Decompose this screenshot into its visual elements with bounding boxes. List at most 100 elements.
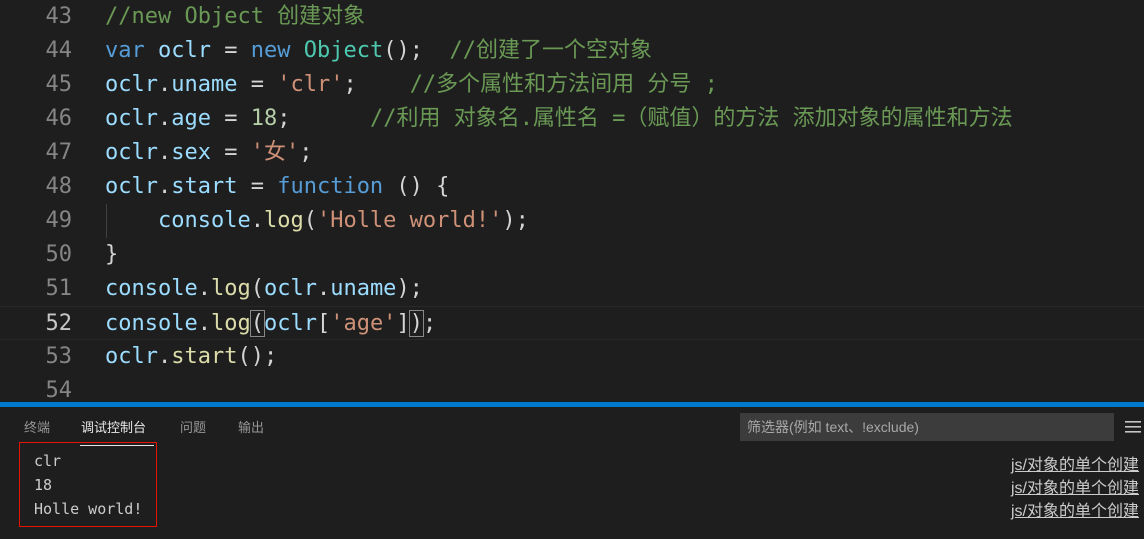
code-token: start	[171, 174, 238, 199]
line-number: 52	[45, 311, 73, 336]
code-token: oclr	[263, 311, 317, 336]
code-token: 'Holle world!'	[316, 208, 503, 233]
code-token: )	[408, 310, 424, 337]
line-number: 48	[45, 174, 73, 199]
code-token: ();	[383, 38, 450, 63]
code-token: console	[157, 208, 251, 233]
code-token: oclr	[263, 276, 317, 301]
line-number: 51	[45, 276, 73, 301]
line-number: 46	[45, 106, 73, 131]
bottom-panel: 终端 调试控制台 问题 输出 筛选器(例如 text、!exclude) clr…	[0, 407, 1144, 539]
code-line[interactable]: 48 oclr.start = function () {	[0, 170, 1144, 204]
code-token: console	[105, 311, 198, 336]
code-token: ;	[277, 106, 370, 131]
code-token: );	[396, 276, 423, 301]
code-token: .	[197, 276, 211, 301]
code-text[interactable]: oclr.uname = 'clr'; //多个属性和方法间用 分号 ;	[105, 68, 718, 102]
code-token: var	[105, 38, 145, 63]
code-token: //多个属性和方法间用 分号 ;	[409, 72, 718, 97]
code-line[interactable]: 44 var oclr = new Object(); //创建了一个空对象	[0, 34, 1144, 68]
code-token: =	[237, 72, 278, 97]
code-token: oclr	[105, 174, 158, 199]
code-line[interactable]: 50}	[0, 238, 1144, 272]
code-token: () {	[383, 174, 450, 199]
code-text[interactable]: oclr.start();	[105, 340, 277, 374]
filter-list-icon[interactable]	[1124, 419, 1142, 435]
line-number: 54	[45, 378, 73, 402]
code-token: Object	[303, 38, 384, 63]
code-text[interactable]: var oclr = new Object(); //创建了一个空对象	[105, 34, 652, 68]
code-line[interactable]: 52 console.log(oclr['age']);	[0, 306, 1144, 340]
line-number: 49	[45, 208, 73, 233]
console-source-link[interactable]: js/对象的单个创建	[1011, 451, 1139, 475]
code-token: uname	[171, 72, 238, 97]
console-source-link[interactable]: js/对象的单个创建	[1011, 497, 1139, 521]
code-text[interactable]: }	[105, 238, 118, 272]
code-token: .	[157, 72, 172, 97]
code-text[interactable]: oclr.age = 18; //利用 对象名.属性名 =（赋值）的方法 添加对…	[105, 102, 1013, 136]
code-token: .	[157, 106, 172, 131]
code-token: =	[237, 174, 278, 199]
code-token: 'clr'	[277, 72, 344, 97]
tab-problems[interactable]: 问题	[180, 419, 206, 449]
code-token: oclr	[105, 106, 158, 131]
code-token: .	[157, 174, 172, 199]
code-token: .	[157, 344, 172, 369]
code-text[interactable]: oclr.sex = '女';	[105, 136, 312, 170]
filter-input[interactable]: 筛选器(例如 text、!exclude)	[740, 413, 1114, 441]
code-token: .	[316, 276, 331, 301]
code-token: log	[210, 311, 251, 336]
code-token: .	[250, 208, 264, 233]
code-line[interactable]: 47 oclr.sex = '女';	[0, 136, 1144, 170]
console-output-line: 18	[34, 476, 53, 494]
line-number: 43	[45, 4, 73, 29]
code-token: =	[210, 106, 251, 131]
code-token: console	[105, 276, 198, 301]
code-token: 18	[250, 106, 278, 131]
code-line[interactable]: 43 //new Object 创建对象	[0, 0, 1144, 34]
code-line[interactable]: 46 oclr.age = 18; //利用 对象名.属性名 =（赋值）的方法 添…	[0, 102, 1144, 136]
code-token: uname	[330, 276, 397, 301]
code-line[interactable]: 53 oclr.start();	[0, 340, 1144, 374]
code-token: age	[171, 106, 211, 131]
code-token: //创建了一个空对象	[449, 38, 652, 63]
code-token: new	[250, 38, 291, 63]
code-token: log	[263, 208, 304, 233]
code-token: oclr	[158, 38, 211, 63]
code-token: (	[249, 310, 265, 337]
code-token: oclr	[105, 344, 158, 369]
code-token: oclr	[105, 140, 158, 165]
code-token: '女'	[250, 140, 300, 165]
code-token: function	[277, 174, 384, 199]
code-token: ;	[299, 140, 313, 165]
code-token: );	[502, 208, 529, 233]
code-text[interactable]: console.log('Holle world!');	[105, 204, 529, 238]
code-text[interactable]: console.log(oclr.uname);	[105, 272, 423, 306]
code-token: ;	[343, 72, 410, 97]
code-token: [	[316, 311, 331, 336]
code-token: //利用 对象名.属性名 =（赋值）的方法 添加对象的属性和方法	[369, 106, 1013, 131]
code-token: 'age'	[330, 311, 397, 336]
code-text[interactable]: oclr.start = function () {	[105, 170, 449, 204]
code-line[interactable]: 54	[0, 374, 1144, 402]
code-line[interactable]: 45 oclr.uname = 'clr'; //多个属性和方法间用 分号 ;	[0, 68, 1144, 102]
code-token: sex	[171, 140, 211, 165]
code-text[interactable]: //new Object 创建对象	[105, 0, 365, 34]
tab-output[interactable]: 输出	[238, 419, 264, 449]
line-number: 47	[45, 140, 73, 165]
code-editor[interactable]: 43 //new Object 创建对象 44 var oclr = new Obje…	[0, 0, 1144, 402]
line-number: 44	[45, 38, 73, 63]
code-token: =	[210, 140, 251, 165]
console-source-link[interactable]: js/对象的单个创建	[1011, 474, 1139, 498]
code-line[interactable]: 49 console.log('Holle world!');	[0, 204, 1144, 238]
console-output-line: Holle world!	[34, 500, 143, 518]
code-token: (	[250, 276, 264, 301]
line-number: 45	[45, 72, 73, 97]
code-line[interactable]: 51 console.log(oclr.uname);	[0, 272, 1144, 306]
code-token: log	[210, 276, 251, 301]
code-token: //new Object 创建对象	[105, 4, 366, 29]
console-output-line: clr	[34, 452, 62, 470]
line-number: 53	[45, 344, 73, 369]
code-text[interactable]: console.log(oclr['age']);	[105, 307, 436, 341]
